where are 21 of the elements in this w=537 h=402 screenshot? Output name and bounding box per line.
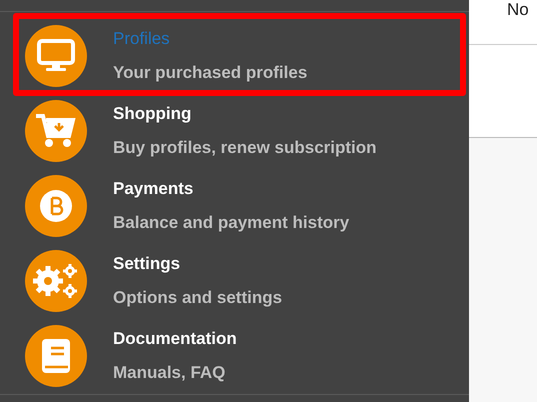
item-title: Documentation [113, 328, 237, 348]
coin-icon [39, 188, 73, 222]
gears-icon [33, 262, 79, 298]
cart-icon [36, 112, 76, 148]
item-title: Shopping [113, 104, 192, 124]
item-subtitle: Manuals, FAQ [113, 362, 226, 382]
book-icon [40, 338, 72, 374]
menu-item[interactable]: Documentation Manuals, FAQ [0, 318, 469, 393]
menu-item[interactable]: Payments Balance and payment history [0, 168, 469, 243]
menu-item[interactable]: Profiles Your purchased profiles [0, 18, 469, 93]
item-subtitle: Options and settings [113, 288, 282, 308]
monitor-icon [37, 38, 75, 72]
column-header: No [507, 0, 529, 19]
item-title: Profiles [113, 28, 171, 48]
item-subtitle: Your purchased profiles [113, 62, 308, 82]
menu-item[interactable]: Settings Options and settings [0, 243, 469, 318]
menu-item[interactable]: Shopping Buy profiles, renew subscription [0, 93, 469, 168]
item-subtitle: Buy profiles, renew subscription [113, 138, 377, 158]
item-title: Settings [113, 254, 182, 274]
item-title: Payments [113, 178, 194, 198]
item-subtitle: Balance and payment history [113, 212, 350, 232]
